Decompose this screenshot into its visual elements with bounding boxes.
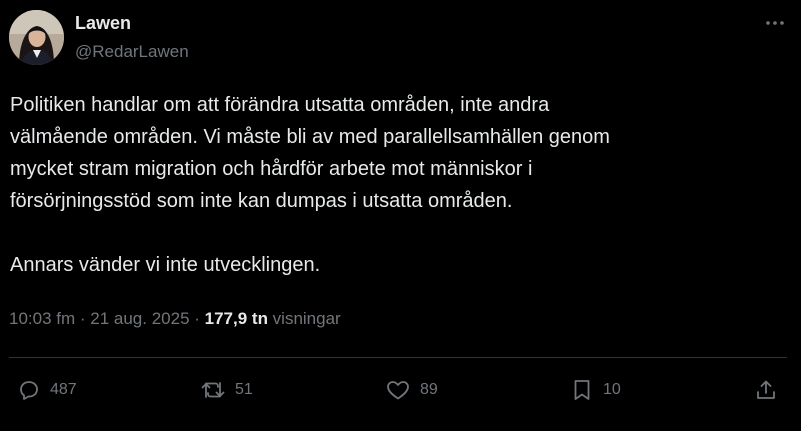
repost-count: 51	[235, 381, 253, 398]
reply-icon	[20, 381, 38, 400]
profile-photo-icon	[9, 10, 64, 65]
views-label[interactable]: visningar	[268, 309, 341, 328]
share-icon	[757, 380, 775, 399]
tweet-meta: 10:03 fm · 21 aug. 2025 · 177,9 tn visni…	[9, 309, 341, 329]
reply-button[interactable]: 487	[17, 372, 77, 408]
bookmark-icon	[574, 380, 590, 400]
meta-separator: ·	[75, 309, 91, 328]
more-icon[interactable]	[763, 13, 787, 33]
bookmark-count: 10	[603, 381, 621, 398]
like-button[interactable]: 89	[385, 372, 438, 408]
action-bar: 487 51 89 10	[0, 372, 801, 408]
share-button[interactable]	[754, 372, 778, 408]
like-count: 89	[420, 381, 438, 398]
divider	[9, 357, 787, 358]
views-count[interactable]: 177,9 tn	[205, 309, 268, 328]
avatar[interactable]	[9, 10, 64, 65]
meta-separator: ·	[189, 309, 205, 328]
author-handle[interactable]: @RedarLawen	[75, 42, 189, 62]
tweet-date[interactable]: 21 aug. 2025	[90, 309, 189, 328]
author-display-name[interactable]: Lawen	[75, 13, 131, 34]
bookmark-button[interactable]: 10	[570, 372, 621, 408]
like-icon	[387, 381, 409, 400]
repost-button[interactable]: 51	[200, 372, 253, 408]
tweet-text: Politiken handlar om att förändra utsatt…	[10, 94, 610, 276]
repost-icon	[201, 382, 225, 398]
tweet-time[interactable]: 10:03 fm	[9, 309, 75, 328]
reply-count: 487	[50, 381, 77, 398]
